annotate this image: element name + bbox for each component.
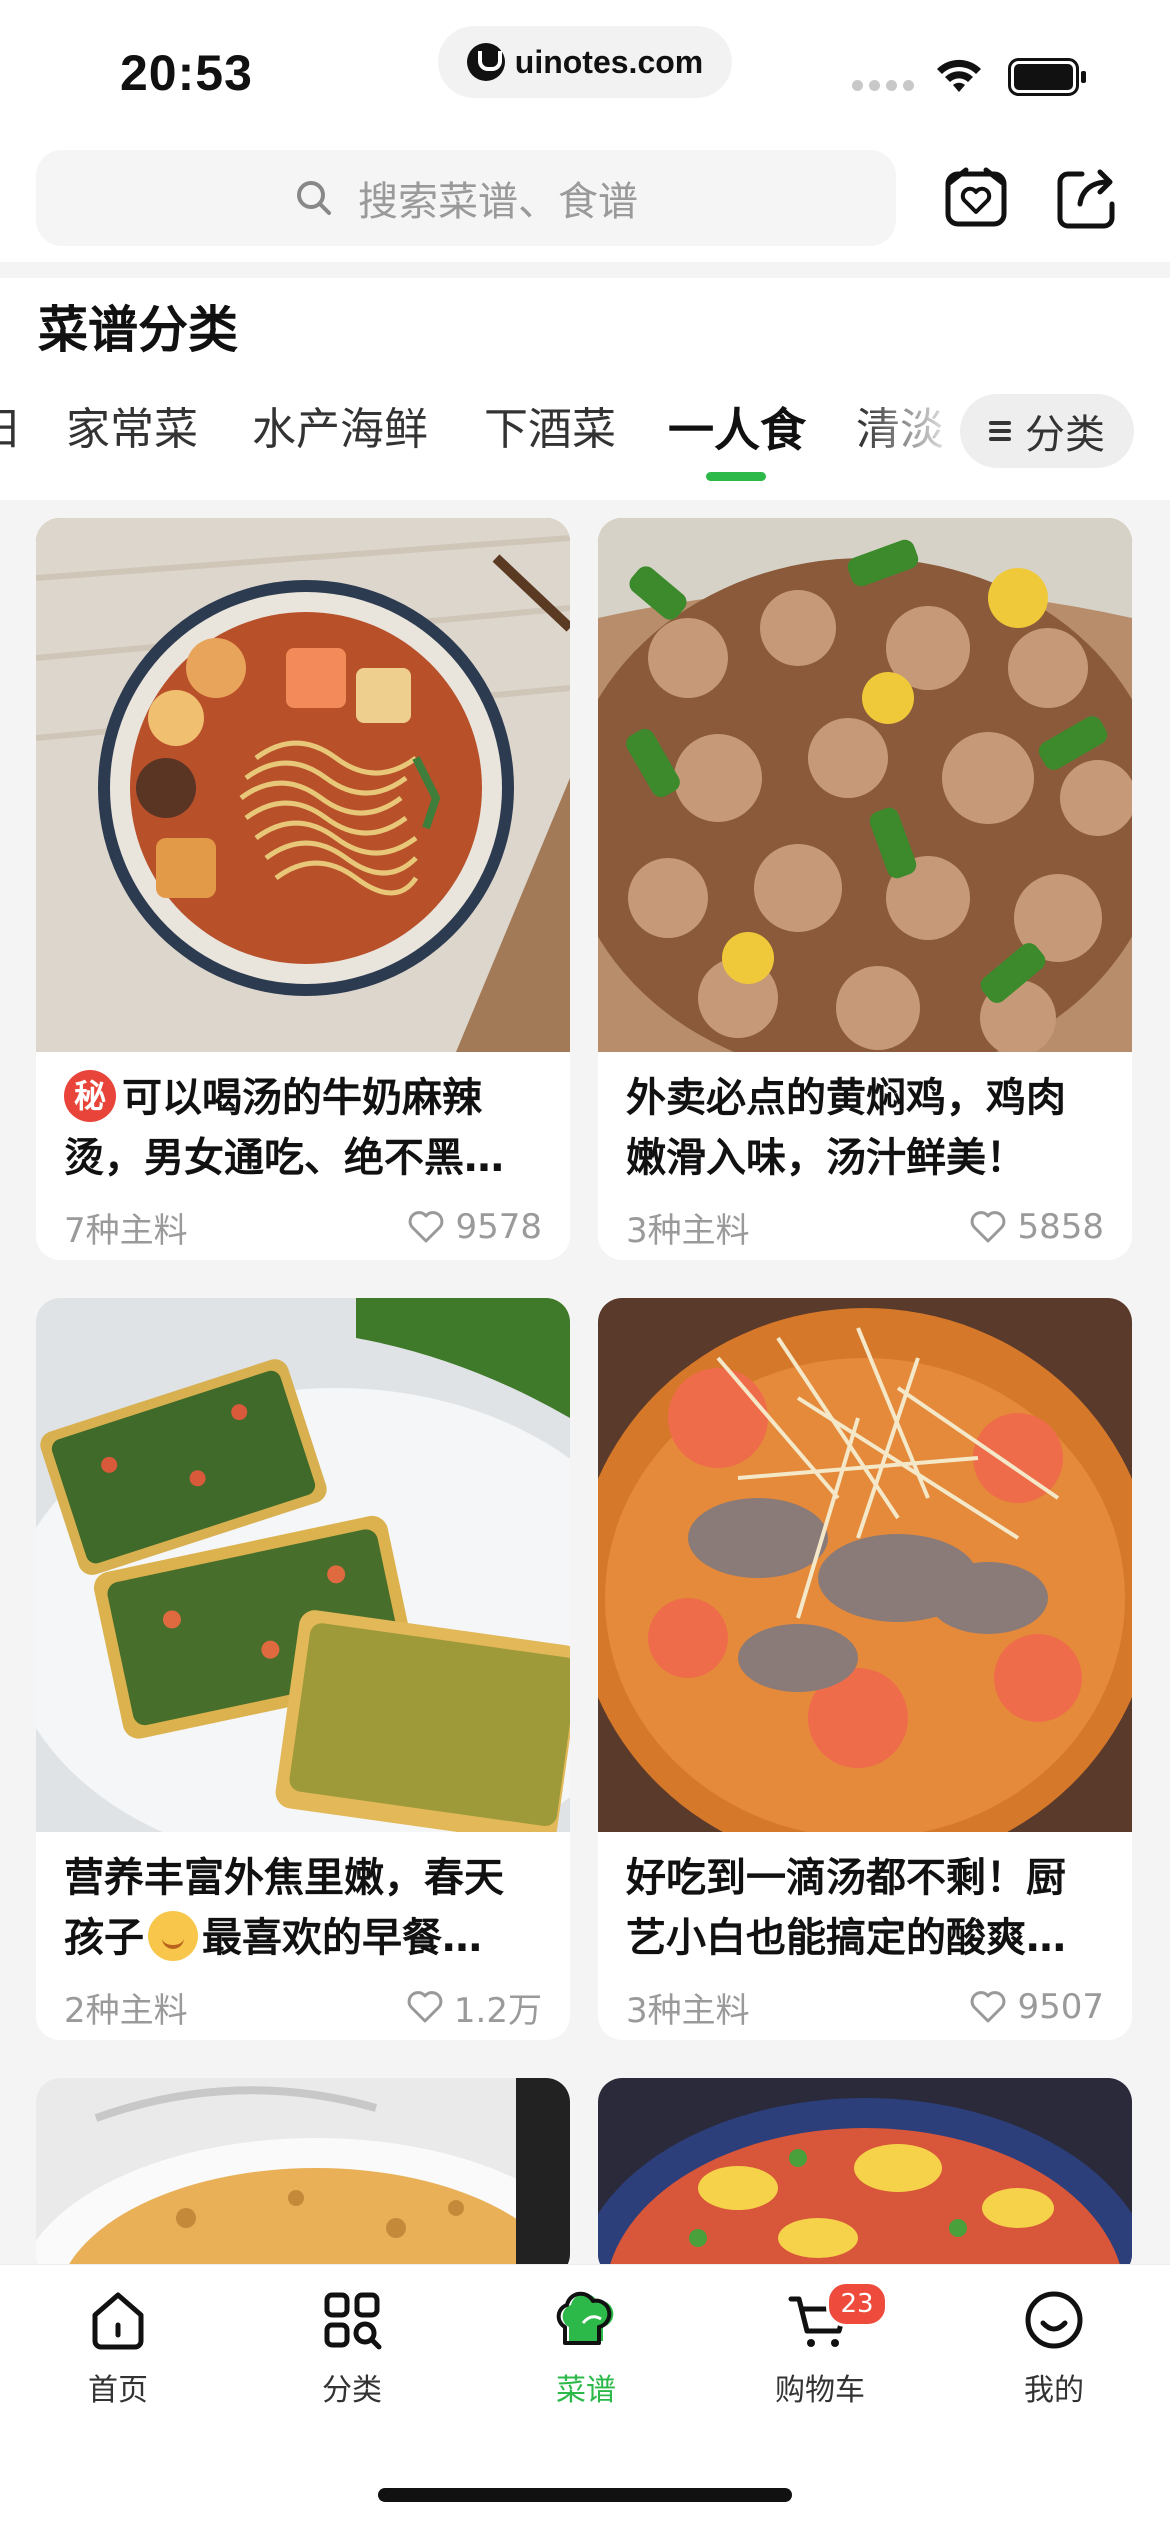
recipe-photo[interactable] — [598, 2078, 1132, 2264]
active-tab-indicator — [706, 472, 766, 481]
like-count[interactable]: 5858 — [969, 1207, 1104, 1247]
recipe-title-text: 最喜欢的早餐… — [202, 1915, 482, 1961]
share-icon[interactable] — [1050, 162, 1122, 234]
divider — [0, 262, 1170, 278]
tab-cart[interactable]: 23 购物车 — [740, 2281, 900, 2409]
baby-emoji-icon — [148, 1911, 198, 1961]
tab-seafood[interactable]: 水产海鲜 — [252, 390, 428, 470]
recipe-title[interactable]: 外卖必点的黄焖鸡，鸡肉嫩滑入味，汤汁鲜美！ — [598, 1052, 1132, 1188]
tab-bar-snacks[interactable]: 下酒菜 — [484, 390, 616, 470]
tab-home-cooking[interactable]: 家常菜 — [66, 390, 198, 470]
recipe-title[interactable]: 秘可以喝汤的牛奶麻辣烫，男女通吃、绝不黑… — [36, 1052, 570, 1188]
recipe-card[interactable]: 营养丰富外焦里嫩，春天孩子 最喜欢的早餐… 2种主料 1.2万 — [36, 1298, 570, 2040]
like-count-value: 1.2万 — [453, 1990, 542, 2031]
category-tabs: 日 家常菜 水产海鲜 下酒菜 一人食 清淡 — [0, 390, 950, 500]
tab-label: 分类 — [322, 2373, 382, 2408]
wifi-icon — [937, 59, 981, 92]
search-icon — [297, 181, 331, 215]
ingredient-count: 3种主料 — [626, 1210, 750, 1251]
tab-home[interactable]: 首页 — [38, 2285, 198, 2409]
tab-label: 菜谱 — [556, 2373, 616, 2408]
url-text: uinotes.com — [514, 43, 704, 80]
category-button-label: 分类 — [1025, 412, 1105, 458]
secret-badge-icon: 秘 — [64, 1070, 116, 1122]
status-bar: 20:53 uinotes.com — [0, 0, 1170, 140]
heart-icon — [407, 1991, 443, 2023]
recipe-card[interactable] — [598, 2078, 1132, 2264]
recipe-title[interactable]: 好吃到一滴汤都不剩！厨艺小白也能搞定的酸爽… — [598, 1832, 1132, 1968]
tab-single-meal[interactable]: 一人食 — [668, 390, 806, 470]
like-count[interactable]: 1.2万 — [406, 1983, 542, 2032]
grid-search-icon — [324, 2292, 382, 2350]
search-input[interactable]: 搜索菜谱、食谱 — [36, 150, 896, 246]
recipe-meta: 2种主料 1.2万 — [36, 1968, 570, 2040]
battery-icon — [1008, 58, 1086, 96]
recipe-card[interactable] — [36, 2078, 570, 2264]
recipe-meta: 3种主料 9507 — [598, 1968, 1132, 2040]
heart-icon — [409, 1211, 444, 1243]
recipe-card[interactable]: 好吃到一滴汤都不剩！厨艺小白也能搞定的酸爽… 3种主料 9507 — [598, 1298, 1132, 2040]
heart-icon — [971, 1991, 1006, 2023]
recipe-photo[interactable] — [36, 2078, 570, 2264]
like-count[interactable]: 9507 — [969, 1987, 1104, 2027]
like-count[interactable]: 9578 — [407, 1207, 542, 1247]
recipe-meta: 7种主料 9578 — [36, 1188, 570, 1260]
section-title: 菜谱分类 — [38, 301, 238, 359]
recipe-card[interactable]: 外卖必点的黄焖鸡，鸡肉嫩滑入味，汤汁鲜美！ 3种主料 5858 — [598, 518, 1132, 1260]
status-time: 20:53 — [120, 45, 253, 101]
tabs-fade — [860, 390, 960, 470]
tab-partial-left[interactable]: 日 — [0, 390, 22, 470]
favorites-icon[interactable] — [940, 162, 1012, 234]
list-icon — [989, 420, 1011, 442]
cart-badge: 23 — [826, 2281, 888, 2327]
recipe-card[interactable]: 秘可以喝汤的牛奶麻辣烫，男女通吃、绝不黑… 7种主料 9578 — [36, 518, 570, 1260]
tab-label: 我的 — [1024, 2373, 1084, 2408]
recipe-photo[interactable] — [36, 518, 570, 1052]
tab-profile[interactable]: 我的 — [974, 2285, 1134, 2409]
home-indicator[interactable] — [378, 2488, 792, 2502]
like-count-value: 9578 — [455, 1207, 542, 1247]
home-icon — [92, 2292, 144, 2350]
recipe-photo[interactable] — [598, 1298, 1132, 1832]
tab-category[interactable]: 分类 — [272, 2285, 432, 2409]
tab-recipes[interactable]: 菜谱 — [506, 2285, 666, 2409]
recipe-photo[interactable] — [36, 1298, 570, 1832]
recipe-title-text: 可以喝汤的牛奶麻辣烫，男女通吃、绝不黑… — [64, 1075, 504, 1181]
tab-label: 首页 — [88, 2373, 148, 2408]
recipe-title[interactable]: 营养丰富外焦里嫩，春天孩子 最喜欢的早餐… — [36, 1832, 570, 1968]
like-count-value: 5858 — [1017, 1207, 1104, 1247]
recipe-photo[interactable] — [598, 518, 1132, 1052]
category-button[interactable]: 分类 — [960, 394, 1134, 468]
tab-label: 购物车 — [775, 2373, 865, 2408]
search-placeholder: 搜索菜谱、食谱 — [358, 179, 638, 225]
recipe-meta: 3种主料 5858 — [598, 1188, 1132, 1260]
url-pill[interactable]: uinotes.com — [438, 26, 732, 98]
ingredient-count: 7种主料 — [64, 1210, 188, 1251]
site-logo-icon — [466, 43, 505, 81]
ingredient-count: 3种主料 — [626, 1990, 750, 2031]
signal-icon — [852, 80, 914, 91]
recipe-feed[interactable]: 秘可以喝汤的牛奶麻辣烫，男女通吃、绝不黑… 7种主料 9578 外卖必点的黄焖鸡… — [0, 500, 1170, 2264]
heart-icon — [971, 1211, 1006, 1243]
like-count-value: 9507 — [1017, 1987, 1104, 2027]
ingredient-count: 2种主料 — [64, 1990, 188, 2031]
smiley-icon — [1025, 2291, 1083, 2349]
chef-hat-icon — [556, 2291, 614, 2345]
